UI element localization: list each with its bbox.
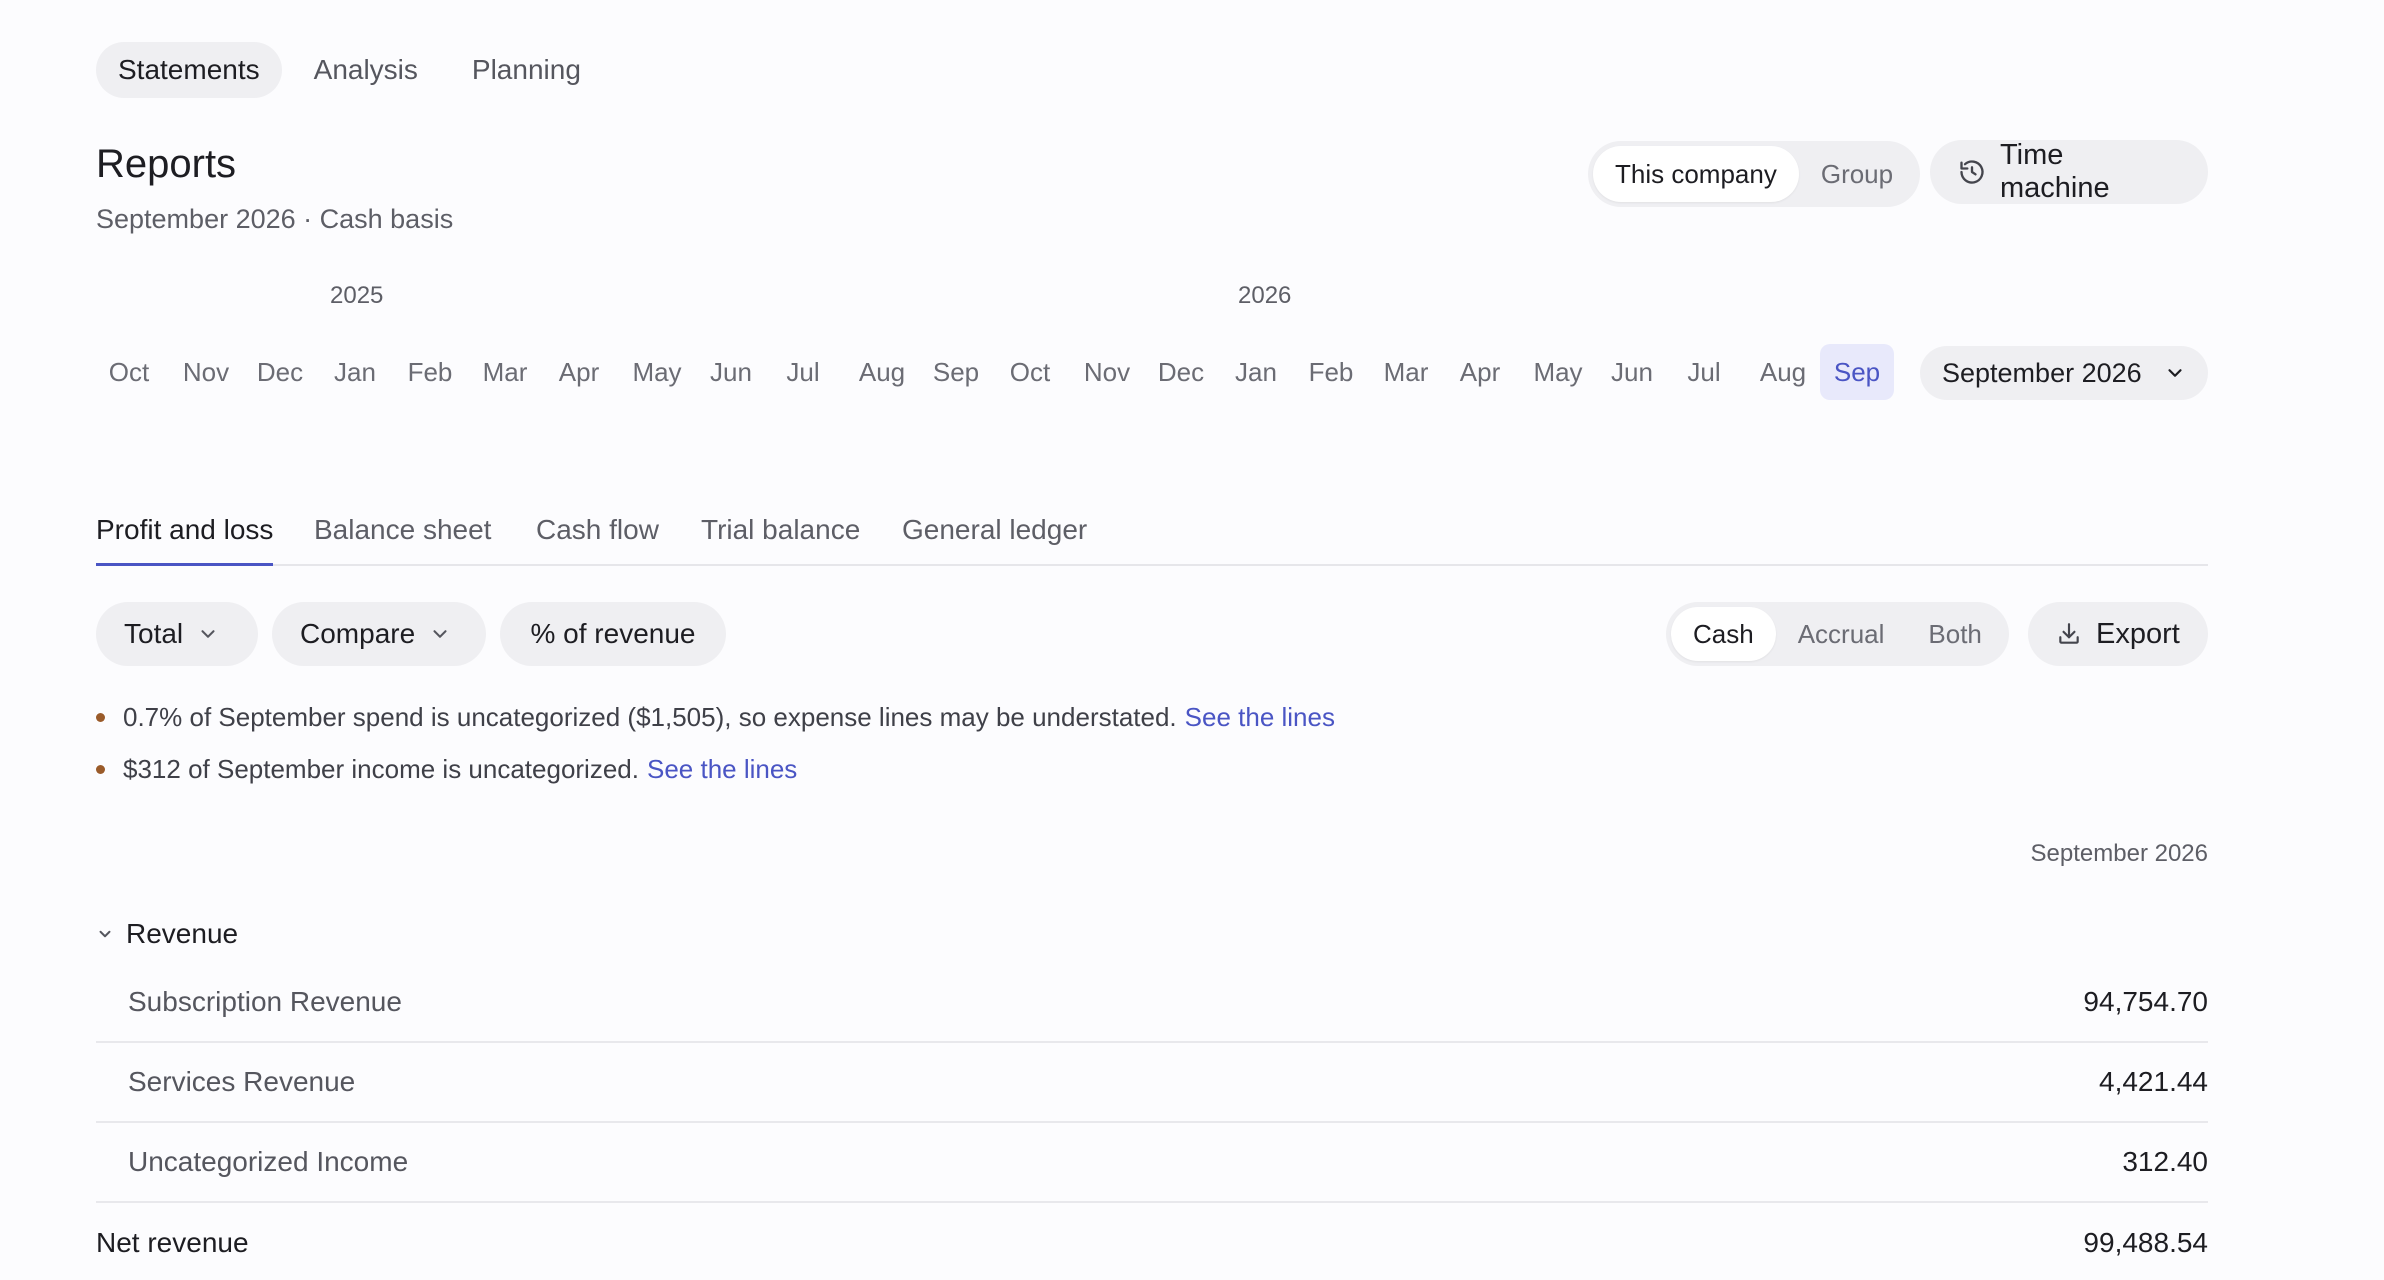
period-select[interactable]: September 2026 — [1920, 346, 2208, 400]
chevron-down-icon — [433, 630, 447, 638]
history-icon — [1960, 160, 1984, 184]
pct-of-revenue-toggle[interactable]: % of revenue — [500, 602, 726, 666]
row-value: 94,754.70 — [2083, 986, 2208, 1017]
entity-this-company[interactable]: This company — [1593, 146, 1799, 202]
reports-page: Statements Analysis Planning Reports Sep… — [96, 0, 2208, 1280]
entity-group[interactable]: Group — [1799, 146, 1915, 202]
net-revenue-row: Net revenue 99,488.54 — [96, 1203, 2208, 1280]
tab-trial-balance[interactable]: Trial balance — [701, 508, 860, 564]
month-dec-14[interactable]: Dec — [1148, 344, 1214, 400]
revenue-section-toggle[interactable]: Revenue — [96, 918, 238, 950]
warning-uncategorized-spend: 0.7% of September spend is uncategorized… — [96, 702, 1335, 733]
entity-toggle: This company Group — [1588, 141, 1921, 207]
report-tabs: Profit and loss Balance sheet Cash flow … — [96, 508, 2208, 566]
table-row[interactable]: Services Revenue 4,421.44 — [96, 1043, 2208, 1123]
row-label: Uncategorized Income — [128, 1146, 409, 1177]
tab-planning[interactable]: Planning — [450, 42, 603, 98]
month-jun-8[interactable]: Jun — [700, 344, 762, 400]
compare-dropdown-label: Compare — [300, 618, 416, 649]
tab-general-ledger[interactable]: General ledger — [902, 508, 1087, 564]
month-jan-3[interactable]: Jan — [324, 344, 386, 400]
total-dropdown-label: Total — [124, 618, 184, 649]
pct-of-revenue-label: % of revenue — [530, 618, 696, 649]
chevron-down-icon — [2168, 369, 2182, 377]
chevron-down-icon — [201, 630, 215, 638]
month-dec-2[interactable]: Dec — [247, 344, 313, 400]
chevron-down-icon — [99, 930, 111, 938]
month-feb-16[interactable]: Feb — [1299, 344, 1364, 400]
month-oct-12[interactable]: Oct — [1000, 344, 1060, 400]
tab-statements[interactable]: Statements — [96, 42, 282, 98]
month-may-19[interactable]: May — [1523, 344, 1592, 400]
tab-profit-and-loss[interactable]: Profit and loss — [96, 508, 274, 566]
table-row[interactable]: Subscription Revenue 94,754.70 — [96, 963, 2208, 1043]
time-machine-button[interactable]: Time machine — [1930, 139, 2208, 204]
see-lines-link[interactable]: See the lines — [1185, 702, 1335, 733]
month-nov-1[interactable]: Nov — [173, 344, 239, 400]
basis-both[interactable]: Both — [1906, 607, 2004, 661]
row-value: 312.40 — [2122, 1146, 2208, 1177]
year-label-2026: 2026 — [1238, 282, 1292, 309]
year-label-2025: 2025 — [330, 282, 384, 309]
month-may-7[interactable]: May — [622, 344, 691, 400]
month-strip: Oct Nov Dec Jan Feb Mar Apr May Jun Jul Aug Sep Oct N… — [96, 344, 1904, 400]
row-value: 4,421.44 — [2099, 1066, 2208, 1097]
month-jul-21[interactable]: Jul — [1677, 344, 1730, 400]
warning-uncategorized-income: $312 of September income is uncategorize… — [96, 754, 797, 785]
month-feb-4[interactable]: Feb — [398, 344, 463, 400]
month-jul-9[interactable]: Jul — [776, 344, 829, 400]
export-label: Export — [2096, 617, 2180, 650]
month-nov-13[interactable]: Nov — [1074, 344, 1140, 400]
month-oct-0[interactable]: Oct — [99, 344, 159, 400]
month-sep-23[interactable]: Sep — [1820, 344, 1894, 400]
compare-dropdown[interactable]: Compare — [272, 602, 486, 666]
basis-toggle: Cash Accrual Both — [1666, 602, 2009, 666]
warning-text: $312 of September income is uncategorize… — [123, 754, 639, 784]
month-apr-18[interactable]: Apr — [1450, 344, 1510, 400]
warning-dot — [96, 765, 105, 774]
month-apr-6[interactable]: Apr — [549, 344, 609, 400]
revenue-rows: Subscription Revenue 94,754.70 Services … — [96, 963, 2208, 1203]
warning-dot — [96, 713, 105, 722]
download-icon — [2059, 623, 2079, 644]
total-label: Net revenue — [96, 1227, 249, 1258]
tab-analysis[interactable]: Analysis — [292, 42, 440, 98]
month-mar-5[interactable]: Mar — [473, 344, 538, 400]
table-row[interactable]: Uncategorized Income 312.40 — [96, 1123, 2208, 1203]
month-aug-22[interactable]: Aug — [1750, 344, 1816, 400]
basis-accrual[interactable]: Accrual — [1776, 607, 1907, 661]
month-jan-15[interactable]: Jan — [1225, 344, 1287, 400]
page-title: Reports — [96, 142, 237, 186]
time-machine-label: Time machine — [2000, 139, 2110, 204]
total-value: 99,488.54 — [2083, 1227, 2208, 1258]
month-aug-10[interactable]: Aug — [849, 344, 915, 400]
month-jun-20[interactable]: Jun — [1601, 344, 1663, 400]
export-button[interactable]: Export — [2028, 602, 2208, 666]
row-label: Services Revenue — [128, 1066, 356, 1097]
month-sep-11[interactable]: Sep — [923, 344, 989, 400]
total-dropdown[interactable]: Total — [96, 602, 258, 666]
page-subtitle: September 2026 · Cash basis — [96, 204, 454, 234]
tab-cash-flow[interactable]: Cash flow — [536, 508, 659, 564]
warning-text: 0.7% of September spend is uncategorized… — [123, 702, 1177, 732]
top-nav: Statements Analysis Planning — [96, 42, 603, 98]
section-label: Revenue — [126, 918, 239, 949]
tab-balance-sheet[interactable]: Balance sheet — [314, 508, 491, 564]
period-select-label: September 2026 — [1942, 357, 2142, 388]
month-mar-17[interactable]: Mar — [1374, 344, 1439, 400]
column-header-period: September 2026 — [2030, 840, 2208, 867]
see-lines-link[interactable]: See the lines — [647, 754, 797, 785]
row-label: Subscription Revenue — [128, 986, 402, 1017]
basis-cash[interactable]: Cash — [1671, 607, 1776, 661]
